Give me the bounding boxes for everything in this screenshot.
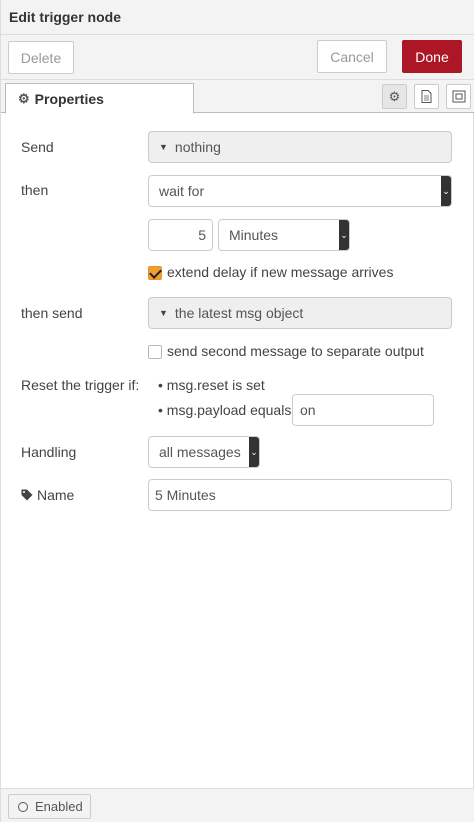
handling-value: all messages (159, 444, 241, 460)
appearance-icon (452, 90, 465, 103)
enabled-label: Enabled (35, 799, 83, 814)
name-label-group: Name (21, 487, 74, 503)
tab-bar: ⚙ Properties ⚙ (1, 80, 474, 114)
appearance-tab-icon[interactable] (446, 84, 471, 109)
handling-select[interactable]: all messages ⌄ (148, 436, 260, 468)
delay-unit-value: Minutes (229, 227, 279, 243)
then-send-value: the latest msg object (174, 305, 304, 321)
tray-toolbar: Delete Cancel Done (1, 35, 474, 80)
caret-down-icon: ▼ (159, 308, 168, 318)
then-select[interactable]: wait for ⌄ (148, 175, 452, 207)
then-label: then (21, 182, 49, 198)
extend-delay-checkbox[interactable] (148, 266, 162, 280)
reset-item-set: • msg.reset is set (158, 377, 265, 393)
delete-button[interactable]: Delete (8, 41, 74, 74)
extend-delay-label: extend delay if new message arrives (167, 264, 394, 280)
reset-payload-value: on (300, 402, 316, 418)
then-send-label: then send (21, 305, 83, 321)
reset-payload-input[interactable]: on (292, 394, 434, 426)
gear-icon: ⚙ (18, 90, 30, 106)
tab-properties-label: Properties (34, 90, 104, 107)
reset-item-set-text: msg.reset is set (166, 377, 265, 393)
reset-label: Reset the trigger if: (21, 377, 140, 393)
done-button[interactable]: Done (402, 40, 462, 73)
delay-amount-input[interactable]: 5 (148, 219, 213, 251)
caret-down-icon: ▼ (159, 142, 168, 152)
second-output-label: send second message to separate output (167, 343, 424, 359)
circle-icon (18, 801, 28, 812)
document-icon (421, 90, 432, 103)
select-arrow-icon: ⌄ (441, 176, 451, 206)
enabled-toggle-button[interactable]: Enabled (8, 794, 91, 819)
tray-footer: Enabled (1, 788, 474, 822)
delay-unit-select[interactable]: Minutes ⌄ (218, 219, 350, 251)
reset-item-equals-text: msg.payload equals (166, 402, 292, 418)
edit-tray: Edit trigger node Delete Cancel Done ⚙ P… (0, 0, 474, 822)
second-output-checkbox[interactable] (148, 345, 162, 359)
description-tab-icon[interactable] (414, 84, 439, 109)
then-value: wait for (159, 183, 205, 199)
send-value: nothing (174, 139, 221, 155)
name-input[interactable]: 5 Minutes (148, 479, 452, 511)
name-value: 5 Minutes (155, 487, 216, 503)
delay-amount-value: 5 (198, 227, 206, 243)
tag-icon (21, 489, 33, 501)
settings-tab-icon[interactable]: ⚙ (382, 84, 407, 109)
cancel-button[interactable]: Cancel (317, 40, 387, 73)
gear-icon: ⚙ (388, 88, 401, 104)
handling-label: Handling (21, 444, 77, 460)
name-label: Name (37, 487, 75, 503)
page-title: Edit trigger node (9, 9, 121, 25)
then-send-select[interactable]: ▼ the latest msg object (148, 297, 452, 329)
tray-header: Edit trigger node (1, 0, 474, 35)
reset-item-equals: • msg.payload equals (158, 402, 292, 418)
send-select[interactable]: ▼ nothing (148, 131, 452, 163)
tab-properties[interactable]: ⚙ Properties (5, 83, 194, 114)
select-arrow-icon: ⌄ (339, 220, 349, 250)
select-arrow-icon: ⌄ (249, 437, 259, 467)
send-label: Send (21, 139, 54, 155)
